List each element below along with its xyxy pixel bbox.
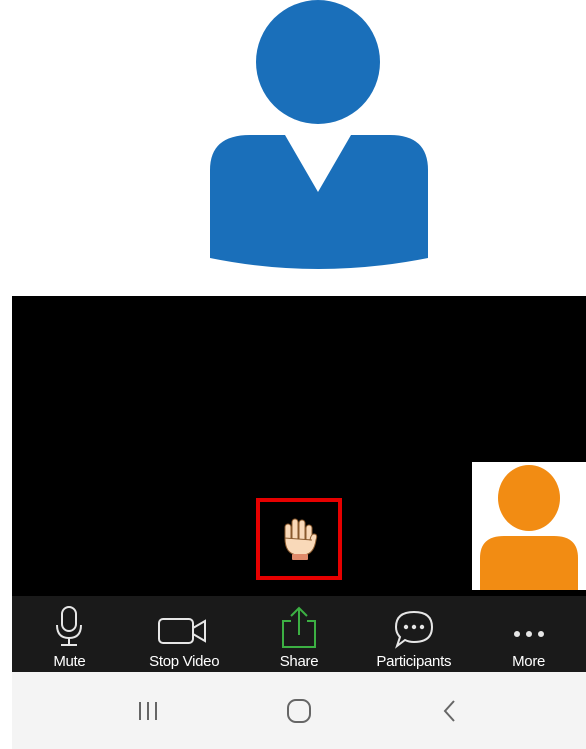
stop-video-button[interactable]: Stop Video [129, 596, 239, 672]
stop-video-label: Stop Video [149, 653, 220, 670]
more-dots-icon [513, 631, 544, 637]
share-upload-icon [281, 606, 316, 648]
meeting-toolbar: Mute Stop Video Share Participants More [12, 596, 586, 672]
home-button[interactable] [269, 681, 329, 741]
participants-label: Participants [376, 653, 452, 670]
video-camera-icon [158, 618, 207, 644]
raise-hand-button[interactable] [256, 498, 342, 580]
active-speaker-view [0, 0, 586, 296]
back-icon [443, 699, 456, 722]
person-silhouette-icon [480, 465, 578, 590]
more-button[interactable]: More [474, 596, 584, 672]
mute-label: Mute [53, 653, 86, 670]
video-area [12, 296, 586, 596]
home-icon [286, 698, 311, 723]
microphone-icon [56, 606, 83, 646]
share-label: Share [279, 653, 319, 670]
raised-hand-icon [284, 518, 318, 560]
recents-icon [138, 701, 157, 720]
android-nav-bar [12, 672, 586, 749]
mute-button[interactable]: Mute [14, 596, 124, 672]
back-button[interactable] [420, 681, 480, 741]
share-button[interactable]: Share [244, 596, 354, 672]
self-view-thumbnail[interactable] [472, 462, 586, 590]
recents-button[interactable] [118, 681, 178, 741]
participants-button[interactable]: Participants [359, 596, 469, 672]
chat-bubble-icon [394, 610, 433, 649]
more-label: More [512, 653, 546, 670]
person-silhouette-icon [210, 0, 428, 269]
